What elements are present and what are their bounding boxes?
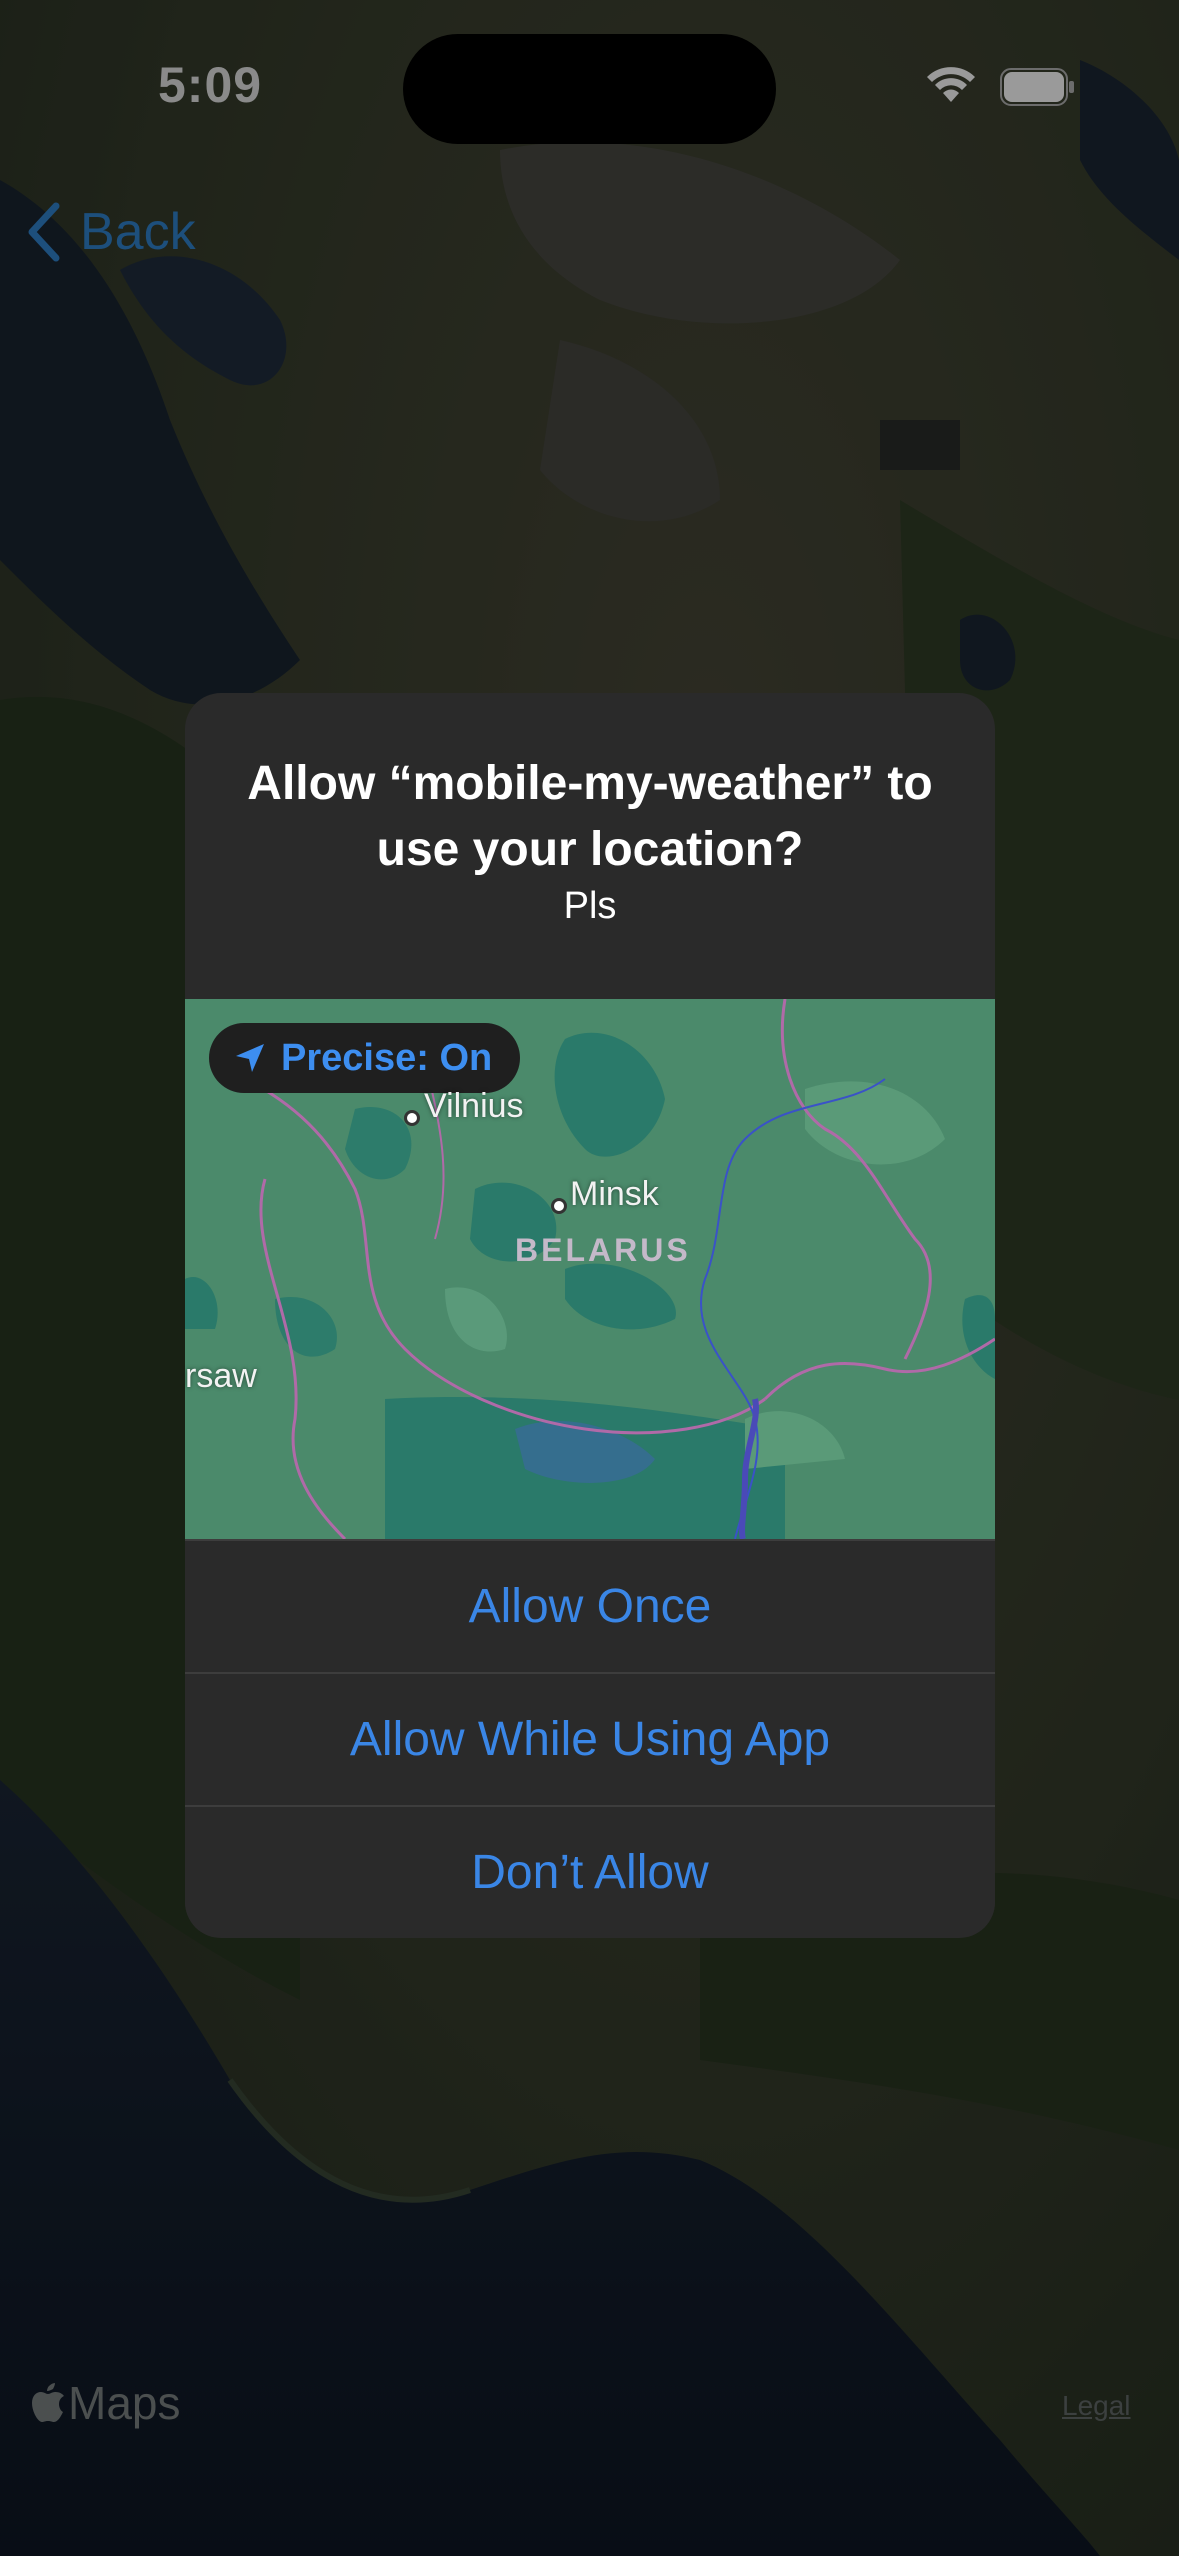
city-label-vilnius: Vilnius <box>424 1087 524 1125</box>
precise-location-toggle[interactable]: Precise: On <box>209 1023 521 1093</box>
legal-link[interactable]: Legal <box>1062 2390 1131 2422</box>
alert-title: Allow “mobile-my-weather” to use your lo… <box>247 757 933 876</box>
city-marker-vilnius <box>404 1110 420 1126</box>
apple-maps-logo: Maps <box>30 2376 180 2430</box>
dynamic-island <box>403 34 776 144</box>
maps-logo-text: Maps <box>68 2377 181 2429</box>
apple-logo-icon <box>32 2383 64 2422</box>
back-button[interactable]: Back <box>24 192 196 272</box>
country-label: BELARUS <box>515 1232 691 1268</box>
alert-message: Pls <box>563 885 617 927</box>
city-label-warsaw: rsaw <box>185 1357 257 1395</box>
status-time: 5:09 <box>158 57 263 113</box>
location-permission-alert: Allow “mobile-my-weather” to use your lo… <box>185 693 995 1938</box>
battery-icon <box>1000 68 1076 106</box>
location-arrow-icon <box>236 1044 264 1072</box>
city-label-minsk: Minsk <box>570 1175 659 1213</box>
precise-label: Precise: On <box>281 1036 493 1079</box>
wifi-icon <box>924 62 978 106</box>
dont-allow-button[interactable]: Don’t Allow <box>185 1805 995 1937</box>
allow-while-using-app-button[interactable]: Allow While Using App <box>185 1672 995 1804</box>
chevron-left-icon <box>28 202 60 262</box>
location-map-preview: Precise: On Vilnius Minsk BELARUS rsaw <box>185 999 995 1539</box>
back-label: Back <box>80 203 196 261</box>
allow-once-button[interactable]: Allow Once <box>185 1539 995 1671</box>
city-marker-minsk <box>551 1198 567 1214</box>
screen: 5:09 Back Maps Legal Allow “mobile-my-we… <box>0 0 1179 2556</box>
